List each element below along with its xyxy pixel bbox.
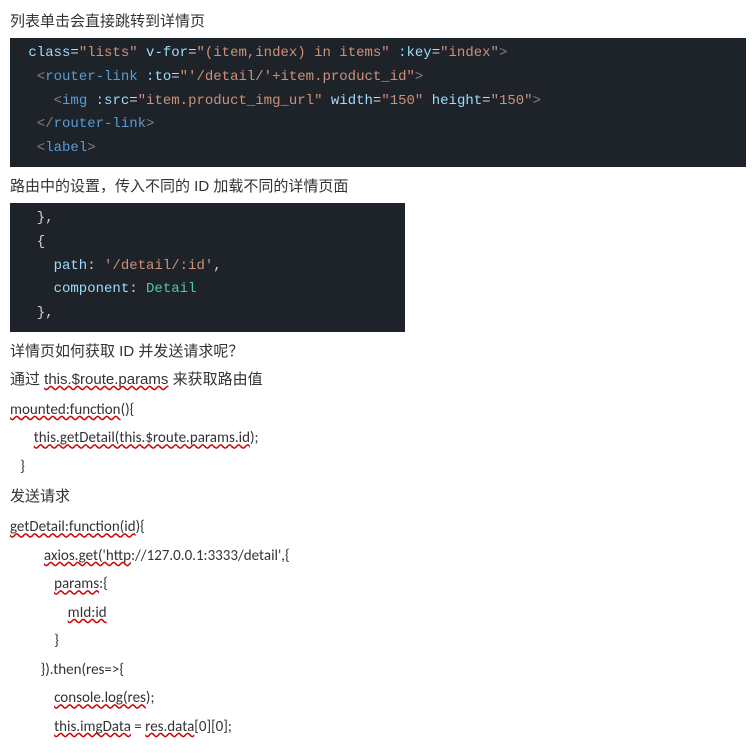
code-token: < <box>20 140 45 156</box>
code-token: </ <box>20 116 54 132</box>
text: :{ <box>99 575 108 593</box>
text: ){ <box>136 518 145 536</box>
code-token: = <box>129 93 137 109</box>
wavy-text: axios.get('http <box>44 547 131 565</box>
code-token: "index" <box>440 45 499 61</box>
code-token: "150" <box>381 93 423 109</box>
section-title-4: 发送请求 <box>10 485 746 509</box>
code-token: "lists" <box>79 45 138 61</box>
code-token: , <box>213 258 221 274</box>
wavy-text: mId:id <box>68 604 107 622</box>
code-token: Detail <box>146 281 196 297</box>
text: 通过 <box>10 371 44 388</box>
code-block-3: mounted:function(){ this.getDetail(this.… <box>10 396 746 482</box>
code-token: :key <box>390 45 432 61</box>
text: = <box>131 718 145 736</box>
wavy-text: console.log(res <box>54 689 146 707</box>
code-token: "item.product_img_url" <box>138 93 323 109</box>
section-title-3b: 通过 this.$route.params 来获取路由值 <box>10 368 746 392</box>
code-token: height <box>423 93 482 109</box>
code-token: class <box>20 45 70 61</box>
code-token: : <box>87 258 104 274</box>
section-title-3a: 详情页如何获取 ID 并发送请求呢？ <box>10 340 746 364</box>
code-token: v-for <box>138 45 188 61</box>
code-token: :src <box>87 93 129 109</box>
wavy-text: mounted:function <box>10 401 121 419</box>
code-token: = <box>70 45 78 61</box>
code-block-4: getDetail:function(id){ axios.get('http:… <box>10 513 746 741</box>
code-token: router-link <box>45 69 137 85</box>
text: ); <box>250 429 259 447</box>
text: } <box>10 458 25 476</box>
code-token: = <box>482 93 490 109</box>
code-token: > <box>533 93 541 109</box>
code-token: router-link <box>54 116 146 132</box>
wavy-text: this.$route.params <box>44 371 168 388</box>
text: } <box>10 632 59 650</box>
code-token: "(item,index) in items" <box>196 45 389 61</box>
section-title-2: 路由中的设置，传入不同的 ID 加载不同的详情页面 <box>10 175 746 199</box>
code-token: "'/detail/'+item.product_id" <box>180 69 415 85</box>
code-token: > <box>146 116 154 132</box>
text: [0][0]; <box>194 718 232 736</box>
text: ://127.0.0.1:3333/detail',{ <box>131 547 290 565</box>
code-token: path <box>20 258 87 274</box>
code-token: label <box>45 140 87 156</box>
code-token: "150" <box>491 93 533 109</box>
wavy-text: res.data <box>145 718 194 736</box>
wavy-text: this.getDetail(this.$route.params.id <box>34 429 250 447</box>
text <box>10 547 44 565</box>
text: (){ <box>121 401 135 419</box>
code-token: = <box>432 45 440 61</box>
code-token: > <box>499 45 507 61</box>
code-token: img <box>62 93 87 109</box>
code-token: : <box>129 281 146 297</box>
text <box>10 604 68 622</box>
code-token: width <box>323 93 373 109</box>
code-block-2: }, { path: '/detail/:id', component: Det… <box>10 203 405 332</box>
text <box>10 575 54 593</box>
text: }).then(res=>{ <box>10 661 124 679</box>
wavy-text: this.imgData <box>54 718 131 736</box>
code-token: > <box>415 69 423 85</box>
text <box>10 718 54 736</box>
section-title-1: 列表单击会直接跳转到详情页 <box>10 10 746 34</box>
text: ); <box>146 689 155 707</box>
code-token: > <box>87 140 95 156</box>
code-token: = <box>171 69 179 85</box>
code-block-1: class="lists" v-for="(item,index) in ite… <box>10 38 746 167</box>
code-token: '/detail/:id' <box>104 258 213 274</box>
text: 来获取路由值 <box>168 371 262 388</box>
wavy-text: params <box>54 575 99 593</box>
text <box>10 429 34 447</box>
code-token: < <box>20 93 62 109</box>
code-token: < <box>20 69 45 85</box>
code-token: { <box>20 234 45 250</box>
text <box>10 689 54 707</box>
code-token: :to <box>138 69 172 85</box>
code-token: }, <box>20 210 54 226</box>
code-token: component <box>20 281 129 297</box>
code-token: }, <box>20 305 54 321</box>
wavy-text: getDetail:function(id <box>10 518 136 536</box>
